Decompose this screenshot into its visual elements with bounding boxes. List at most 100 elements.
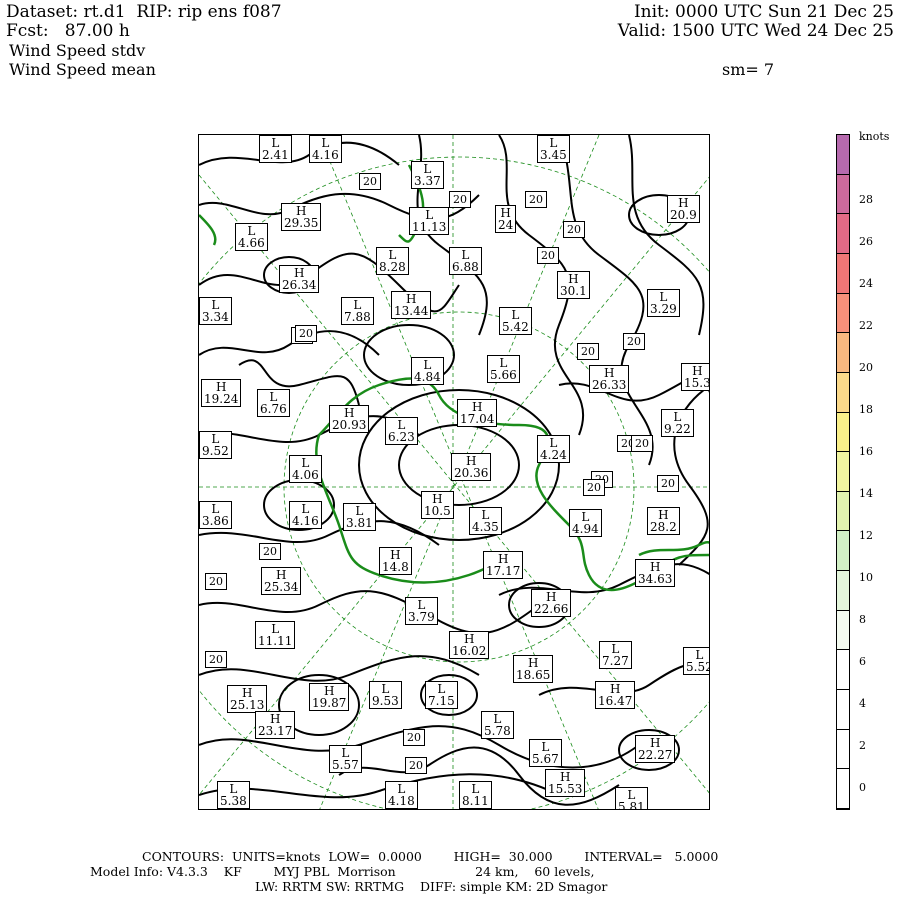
colorbar-segment (837, 610, 849, 651)
high-marker: H 19.24 (201, 379, 242, 407)
low-marker: L 6.76 (257, 389, 290, 417)
colorbar-segment (837, 690, 849, 730)
high-marker: H 29.35 (281, 203, 322, 231)
extremum-value: 5.66 (490, 368, 517, 382)
valid-time: Valid: 1500 UTC Wed 24 Dec 25 (617, 21, 894, 41)
contour-label: 20 (403, 729, 425, 746)
colorbar-tick-label: 16 (859, 445, 873, 458)
extremum-value: 5.38 (220, 794, 247, 808)
low-marker: L 8.28 (376, 247, 409, 275)
extremum-value: 16.02 (452, 644, 487, 658)
low-marker: L 4.16 (289, 501, 322, 529)
init-time: Init: 0000 UTC Sun 21 Dec 25 (633, 2, 894, 22)
contour-label: 20 (577, 343, 599, 360)
extremum-value: 19.87 (312, 696, 347, 710)
contour-label: 20 (359, 173, 381, 190)
extremum-value: 22.27 (638, 748, 673, 762)
field-stdv-label: Wind Speed stdv (9, 41, 146, 60)
colorbar-segment (837, 333, 849, 373)
colorbar-segment (837, 293, 849, 334)
extremum-value: 6.23 (388, 430, 415, 444)
extremum-value: 29.35 (284, 216, 319, 230)
extremum-value: 30.1 (560, 284, 587, 298)
extremum-value: 14.8 (382, 560, 409, 574)
low-marker: L 5.78 (481, 711, 514, 739)
contour-label: 20 (525, 191, 547, 208)
extremum-value: 9.22 (664, 422, 691, 436)
extremum-value: 25.13 (230, 698, 265, 712)
colorbar-tick-label: 0 (859, 781, 866, 794)
colorbar-tick-label: 20 (859, 361, 873, 374)
high-marker: H 26.33 (589, 365, 630, 393)
extremum-value: 5.42 (502, 320, 529, 334)
high-marker: H 13.44 (391, 291, 432, 319)
colorbar-tick-label: 10 (859, 571, 873, 584)
colorbar-segment (837, 253, 849, 294)
extremum-value: 23.17 (258, 724, 293, 738)
model-info: Model Info: V4.3.3 KF MYJ PBL Morrison 2… (90, 864, 595, 879)
contour-info: CONTOURS: UNITS=knots LOW= 0.0000 HIGH= … (142, 849, 719, 864)
extremum-value: 26.33 (592, 378, 627, 392)
extremum-value: 4.66 (238, 236, 265, 250)
contour-label: 20 (205, 651, 227, 668)
extremum-value: 15.53 (548, 782, 583, 796)
extremum-value: 2.41 (262, 148, 289, 162)
extremum-value: 34.63 (638, 572, 673, 586)
low-marker: L 3.79 (405, 597, 438, 625)
field-mean-label: Wind Speed mean (9, 60, 156, 79)
contour-label: 20 (449, 191, 471, 208)
extremum-value: 28.2 (650, 520, 677, 534)
extremum-value: 7.27 (602, 654, 629, 668)
low-marker: L 3.81 (343, 503, 376, 531)
colorbar-tick-label: 24 (859, 277, 873, 290)
contour-label: 20 (583, 479, 605, 496)
contour-label: 20 (563, 221, 585, 238)
dataset-label: Dataset: rt.d1 RIP: rip ens f087 (6, 2, 282, 22)
high-marker: H 28.2 (647, 507, 680, 535)
extremum-value: 17.04 (460, 412, 495, 426)
colorbar-tick-label: 6 (859, 655, 866, 668)
extremum-value: 26.34 (282, 278, 317, 292)
physics-info: LW: RRTM SW: RRTMG DIFF: simple KM: 2D S… (255, 879, 608, 894)
colorbar-segment (837, 452, 849, 492)
colorbar-segment (837, 214, 849, 254)
extremum-value: 5.78 (484, 724, 511, 738)
extremum-value: 4.16 (312, 148, 339, 162)
low-marker: L 5.67 (529, 739, 562, 767)
low-marker: L 5.81 (615, 787, 648, 810)
colorbar-tick-label: 12 (859, 529, 873, 542)
high-marker: H 20.9 (667, 195, 700, 223)
low-marker: L 4.94 (569, 509, 602, 537)
colorbar-segment (837, 372, 849, 413)
extremum-value: 8.11 (462, 794, 489, 808)
extremum-value: 5.67 (532, 752, 559, 766)
high-marker: H 15.53 (545, 769, 586, 797)
colorbar-tick-label: 28 (859, 193, 873, 206)
contour-label: 20 (537, 247, 559, 264)
low-marker: L 5.42 (499, 307, 532, 335)
colorbar-tick-label: 8 (859, 613, 866, 626)
colorbar-segment (837, 491, 849, 532)
low-marker: L 3.37 (411, 161, 444, 189)
extremum-value: 6.88 (452, 260, 479, 274)
low-marker: L 3.86 (199, 501, 232, 529)
high-marker: H 25.13 (227, 685, 268, 713)
extremum-value: 4.06 (292, 468, 319, 482)
extremum-value: 5.52 (686, 660, 709, 674)
low-marker: L 9.22 (661, 409, 694, 437)
extremum-value: 8.28 (379, 260, 406, 274)
low-marker: L5.52 (683, 647, 709, 675)
low-marker: L 7.27 (599, 641, 632, 669)
extremum-value: 4.18 (388, 794, 415, 808)
extremum-value: 18.65 (516, 668, 551, 682)
extremum-value: 20.93 (332, 418, 367, 432)
extremum-value: 4.24 (540, 448, 567, 462)
low-marker: L 5.38 (217, 781, 250, 809)
extremum-value: 19.24 (204, 392, 239, 406)
colorbar-segment (837, 729, 849, 770)
low-marker: L 7.15 (425, 681, 458, 709)
extremum-value: 5.81 (618, 800, 645, 810)
forecast-hour: Fcst: 87.00 h (6, 21, 130, 41)
colorbar-segment (837, 531, 849, 572)
high-marker: H 20.36 (451, 453, 492, 481)
